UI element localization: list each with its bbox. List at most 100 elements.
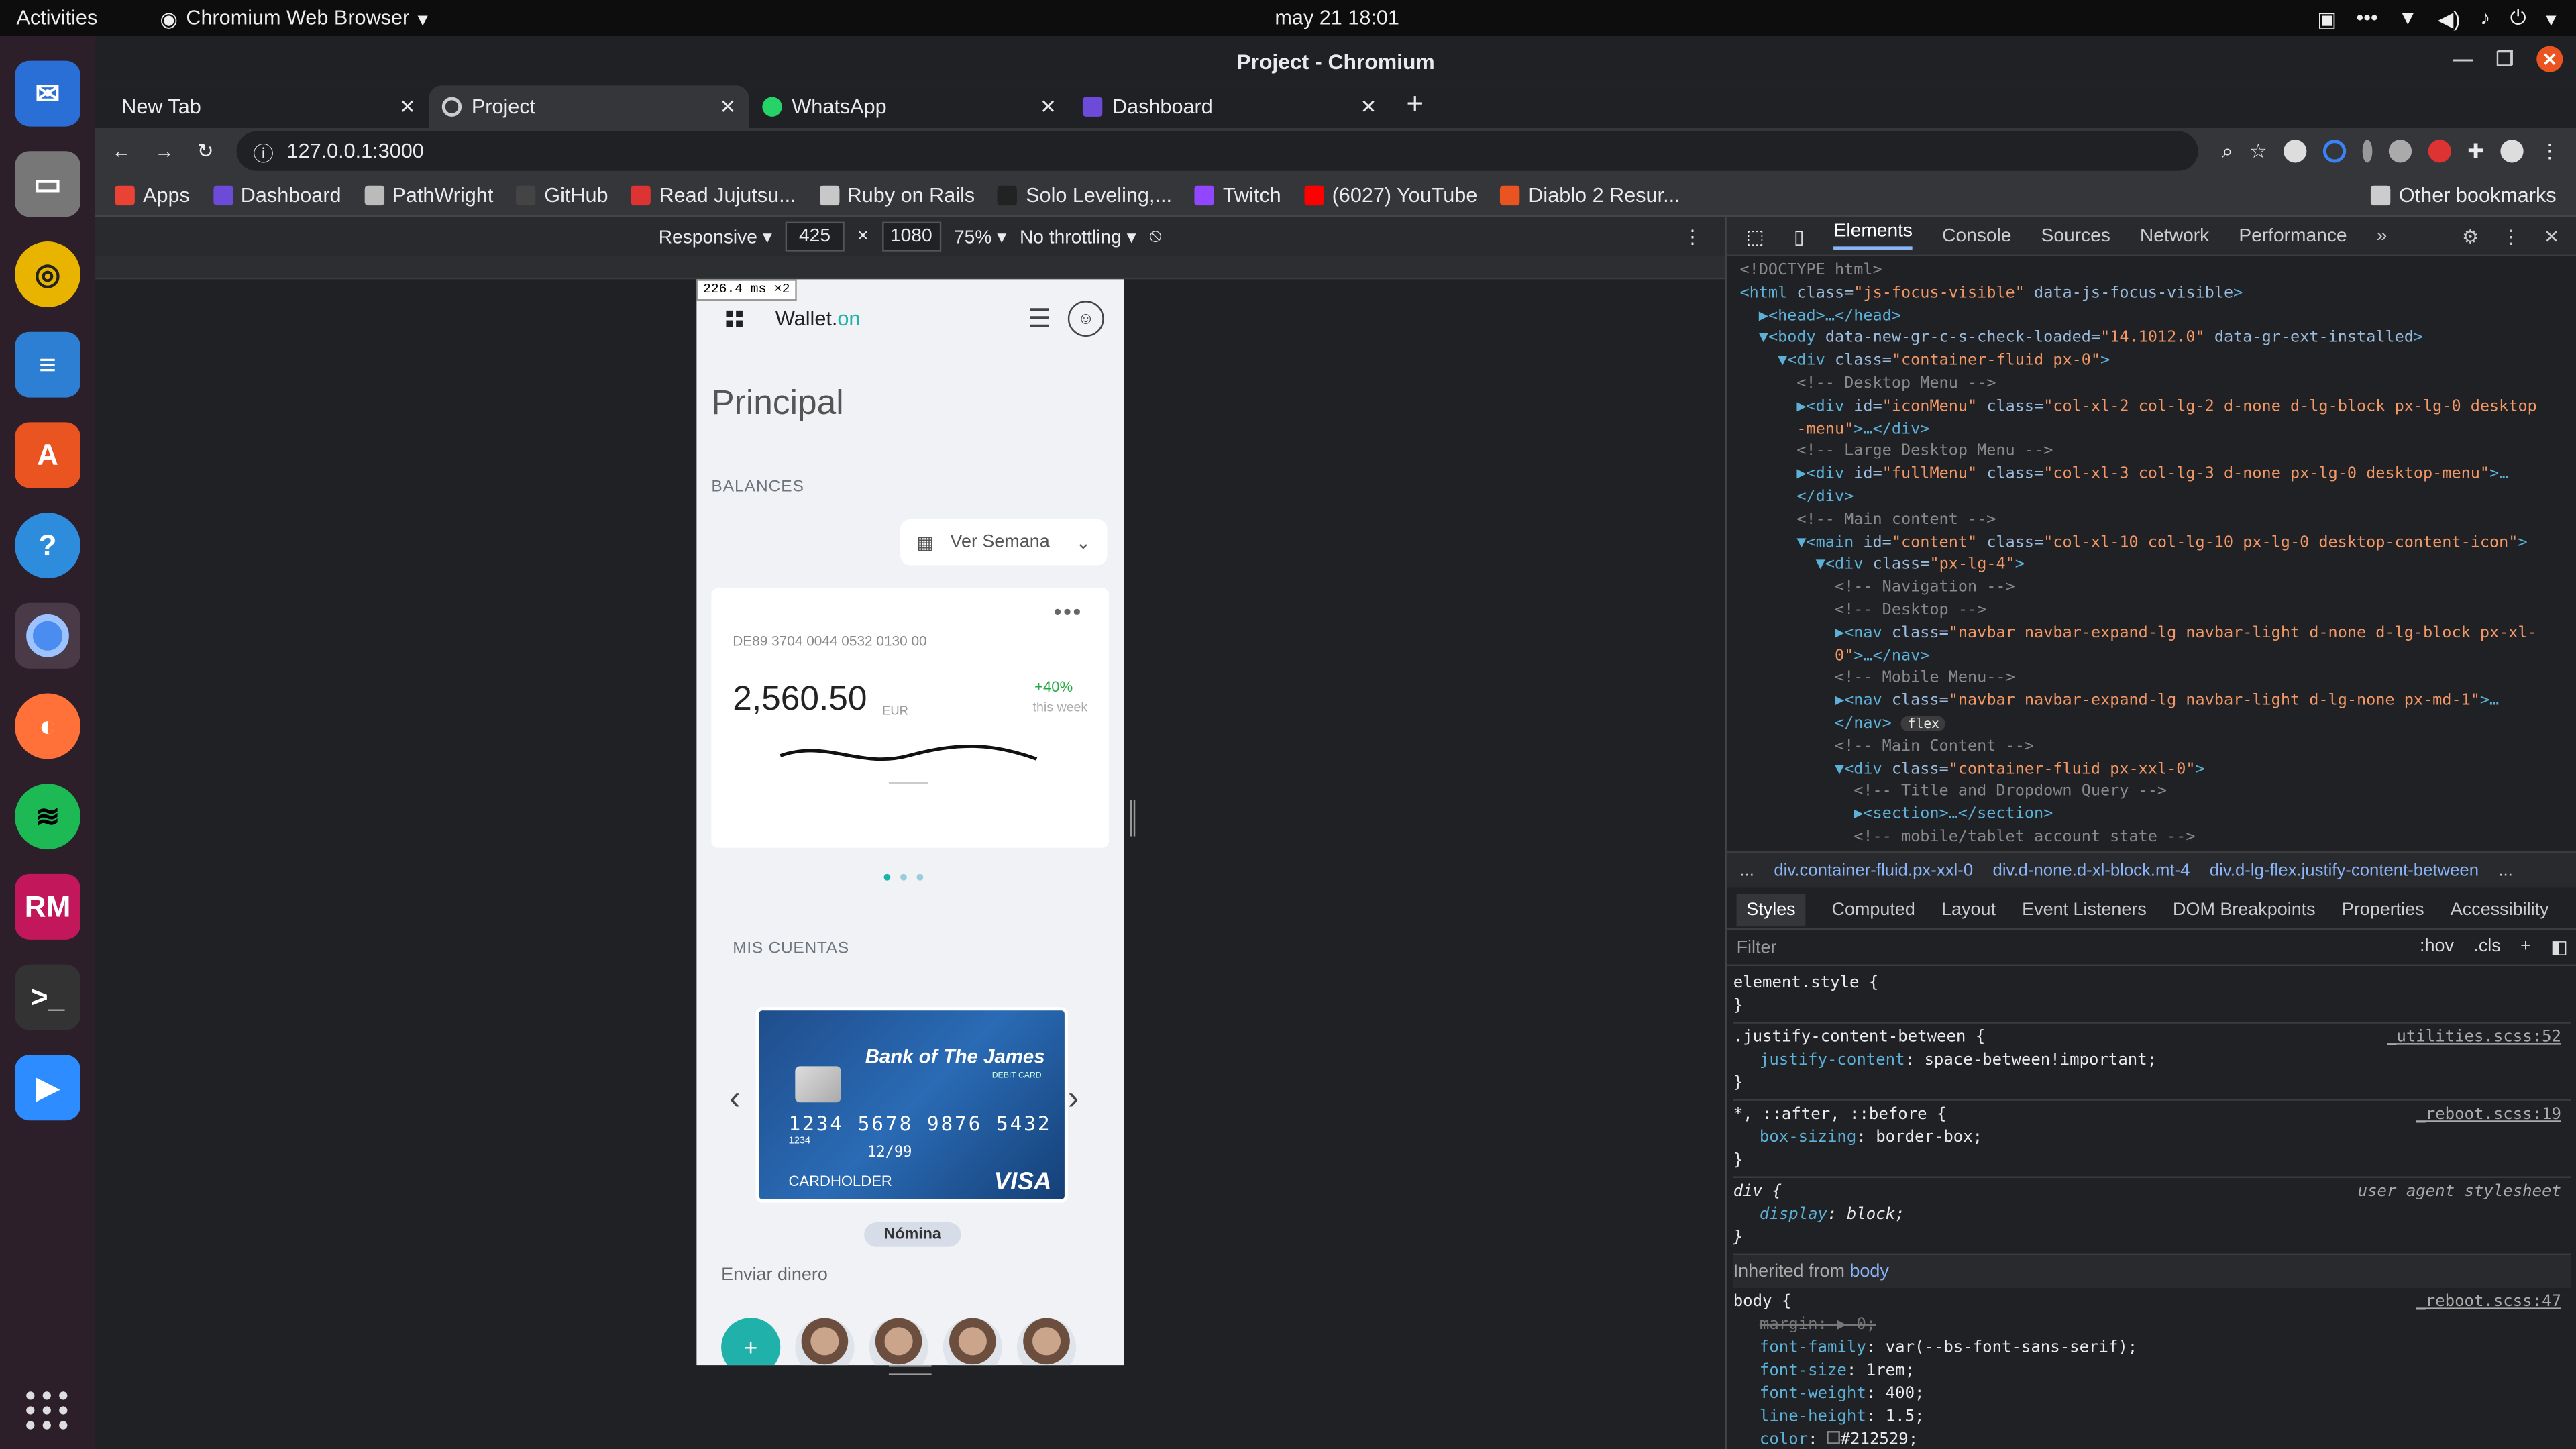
dom-line[interactable]: <!-- Desktop Menu --> [1739,373,2564,396]
style-rule[interactable]: body { _reboot.scss:47 margin: ▶ 0; font… [1733,1288,2571,1449]
volume-icon[interactable]: ◀) [2438,6,2461,31]
app-menu[interactable]: ◉ Chromium Web Browser ▾ [160,6,427,31]
rule-property[interactable]: box-sizing: border-box; [1733,1127,2571,1150]
user-avatar-icon[interactable]: ☺ [1067,301,1104,337]
style-rule[interactable]: element.style { } [1733,969,2571,1024]
dom-line[interactable]: ▼<div class="container-fluid px-0"> [1739,350,2564,373]
device-options-icon[interactable]: ⋮ [1683,225,1702,248]
inherited-from-link[interactable]: body [1849,1262,1888,1281]
height-input[interactable]: 1080 [881,221,941,252]
dom-line[interactable]: <!-- Large Desktop Menu --> [1739,441,2564,464]
rule-source-link[interactable]: _reboot.scss:47 [2416,1291,2561,1314]
new-rule-icon[interactable]: + [2520,936,2531,958]
contact-avatar[interactable] [1016,1318,1077,1366]
bookmark-twitch[interactable]: Twitch [1195,183,1281,206]
activities-button[interactable]: Activities [16,7,97,30]
more-options-icon[interactable]: ••• [1053,598,1082,624]
wifi-icon[interactable]: ▼ [2398,7,2418,30]
close-tab-icon[interactable]: ✕ [399,95,416,118]
rule-property[interactable]: font-weight: 400; [1733,1383,2571,1406]
back-icon[interactable]: ← [112,140,131,162]
dom-line[interactable]: <!-- Main content --> [1739,509,2564,532]
inspect-icon[interactable]: ⬚ [1746,224,1764,247]
dom-line[interactable]: <!-- Mobile Menu--> [1739,667,2564,690]
color-swatch-icon[interactable] [1827,1431,1841,1444]
dom-line[interactable]: ▶<nav class="navbar navbar-expand-lg nav… [1739,690,2564,713]
power-icon[interactable]: ⏻ [2510,6,2526,31]
bookmark-jujutsu[interactable]: Read Jujutsu... [631,183,796,206]
carousel-indicators[interactable] [883,873,924,881]
thunderbird-icon[interactable]: ✉ [15,60,81,127]
bookmark-pathwright[interactable]: PathWright [364,183,493,206]
tab-properties[interactable]: Properties [2342,900,2424,919]
dom-line[interactable]: ▶<nav class="navbar navbar-expand-lg nav… [1739,623,2564,645]
tab-layout[interactable]: Layout [1941,900,1996,919]
dom-line[interactable]: <html class="js-focus-visible" data-js-f… [1739,282,2564,305]
tab-performance[interactable]: Performance [2239,226,2347,246]
tab-project[interactable]: Project ✕ [429,85,749,129]
contact-avatar[interactable] [943,1318,1002,1366]
bookmark-rails[interactable]: Ruby on Rails [818,183,975,206]
style-rule[interactable]: .justify-content-between { _utilities.sc… [1733,1024,2571,1101]
rule-property[interactable]: color: #212529; [1733,1430,2571,1449]
reload-icon[interactable]: ↻ [197,140,214,162]
tab-styles[interactable]: Styles [1736,893,1806,926]
tab-new-tab[interactable]: New Tab ✕ [109,85,429,128]
filter-input[interactable]: Filter [1737,937,1777,957]
breadcrumb-ellipsis[interactable]: ... [1739,860,1754,879]
breadcrumb-ellipsis[interactable]: ... [2498,860,2512,879]
tab-whatsapp[interactable]: WhatsApp ✕ [749,85,1070,128]
close-tab-icon[interactable]: ✕ [1040,95,1057,118]
media-query-bar[interactable] [95,256,1725,280]
adblock-icon[interactable] [2428,140,2451,163]
tab-dom-breakpoints[interactable]: DOM Breakpoints [2173,900,2316,919]
dom-line[interactable]: ▶<section>…</section> [1739,804,2564,826]
close-devtools-icon[interactable]: ✕ [2544,224,2560,247]
rule-property[interactable]: font-family: var(--bs-font-sans-serif); [1733,1337,2571,1360]
close-tab-icon[interactable]: ✕ [1360,95,1377,118]
dom-line[interactable]: 0">…</nav> [1739,645,2564,667]
other-bookmarks[interactable]: Other bookmarks [2371,183,2557,206]
rule-property[interactable]: justify-content: space-between!important… [1733,1050,2571,1073]
chevron-left-icon[interactable]: ‹ [729,1081,740,1118]
dom-line[interactable]: ▼<div class="px-lg-4"> [1739,554,2564,577]
zoom-dropdown[interactable]: 75% ▾ [954,225,1006,248]
bookmark-github[interactable]: GitHub [516,183,608,206]
responsive-dropdown[interactable]: Responsive ▾ [659,225,772,248]
chevron-down-icon[interactable]: ▾ [2546,6,2556,31]
indicator-dot[interactable] [900,873,907,881]
zoom-icon[interactable]: ▶ [15,1055,81,1121]
dom-line[interactable]: <!-- Title and Dropdown Query --> [1739,781,2564,804]
hamburger-icon[interactable]: ☰ [1028,303,1051,335]
system-tray[interactable]: ▣ ••• ▼ ◀) ♪ ⏻ ▾ [2317,6,2556,31]
computed-sidebar-icon[interactable]: ◧ [2551,936,2567,957]
close-tab-icon[interactable]: ✕ [720,95,737,118]
close-window-icon[interactable]: ✕ [2536,46,2563,72]
more-tabs-icon[interactable]: » [2377,226,2387,246]
rule-property[interactable]: margin: ▶ 0; [1733,1314,2571,1337]
files-icon[interactable]: ▭ [15,151,81,217]
tab-elements[interactable]: Elements [1833,222,1913,250]
dom-line[interactable]: <!DOCTYPE html> [1739,260,2564,282]
rule-source-link[interactable]: _utilities.scss:52 [2387,1027,2561,1050]
chevron-right-icon[interactable]: › [1068,1081,1079,1118]
contact-avatar[interactable] [795,1318,855,1366]
dom-line[interactable]: ▼<div class="container-fluid px-xxl-0"> [1739,758,2564,781]
kebab-menu-icon[interactable]: ⋮ [2540,140,2559,162]
dom-line[interactable]: ▶<head>…</head> [1739,305,2564,328]
resize-handle-bottom[interactable] [888,1365,932,1375]
style-rule[interactable]: div { user agent stylesheet display: blo… [1733,1178,2571,1256]
tab-console[interactable]: Console [1942,226,2011,246]
url-field[interactable]: ⓘ 127.0.0.1:3000 [236,131,2199,171]
writer-icon[interactable]: ≡ [15,331,81,398]
site-info-icon[interactable]: ⓘ [253,136,274,167]
tab-accessibility[interactable]: Accessibility [2451,900,2549,919]
maximize-icon[interactable]: ❐ [2496,48,2514,70]
rubymine-icon[interactable]: RM [15,873,81,940]
bookmark-star-icon[interactable]: ☆ [2249,140,2267,162]
tab-dashboard[interactable]: Dashboard ✕ [1069,85,1390,128]
minimize-icon[interactable]: — [2453,48,2473,70]
new-tab-button[interactable]: + [1406,87,1424,128]
spotify-icon[interactable]: ≋ [15,784,81,850]
dom-line[interactable]: <!-- Desktop --> [1739,600,2564,623]
